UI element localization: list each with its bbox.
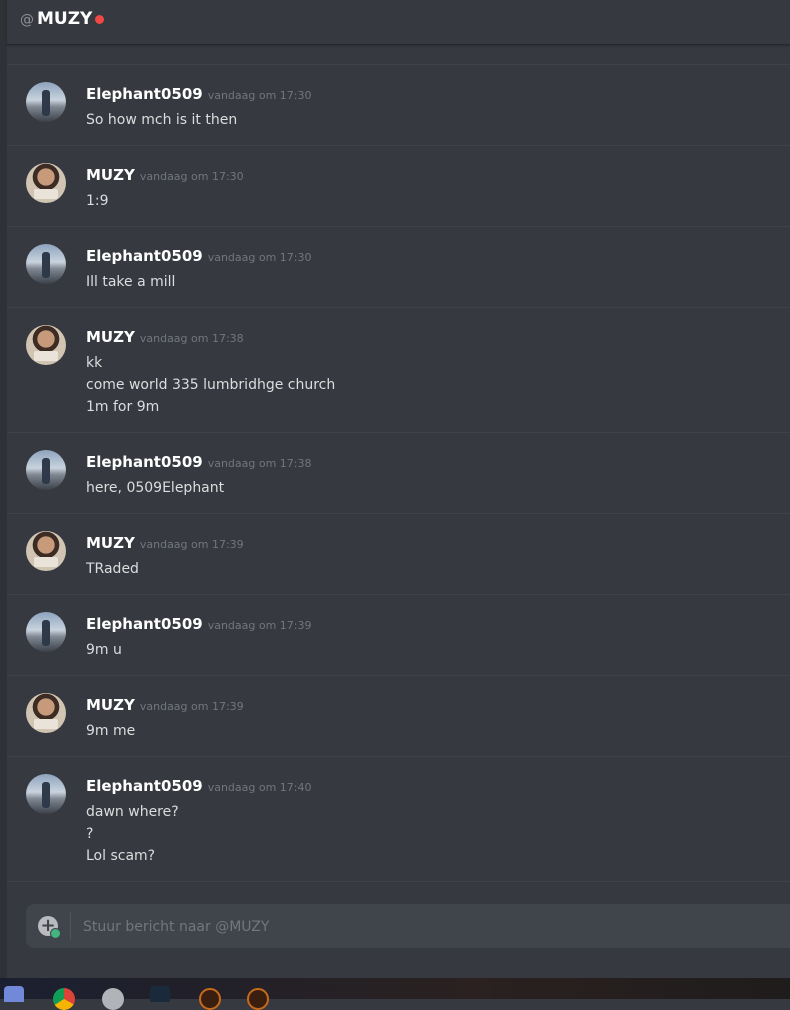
avatar[interactable] — [26, 244, 66, 284]
avatar-figure — [34, 189, 58, 199]
divider — [7, 881, 790, 882]
message-line: 1:9 — [86, 193, 109, 209]
discord-icon[interactable] — [4, 986, 24, 1002]
message-line: TRaded — [86, 561, 139, 577]
author-name[interactable]: MUZY — [86, 166, 135, 184]
message-author[interactable]: Elephant0509 vandaag om 17:40 — [86, 777, 312, 795]
message-content: 9m u — [86, 639, 122, 661]
message[interactable]: Elephant0509 vandaag om 17:30 Ill take a m… — [7, 226, 790, 307]
message-author[interactable]: MUZY vandaag om 17:39 — [86, 534, 244, 552]
message[interactable]: Elephant0509 vandaag om 17:30 So how mch i… — [7, 64, 790, 145]
message[interactable]: MUZY vandaag om 17:39 TRaded — [7, 513, 790, 594]
avatar-figure — [34, 557, 58, 567]
avatar[interactable] — [26, 774, 66, 814]
message-line: ? — [86, 826, 94, 842]
message-author[interactable]: Elephant0509 vandaag om 17:30 — [86, 247, 312, 265]
author-name[interactable]: MUZY — [86, 696, 135, 714]
avatar[interactable] — [26, 693, 66, 733]
message-line: 9m u — [86, 642, 122, 658]
message-author[interactable]: Elephant0509 vandaag om 17:38 — [86, 453, 312, 471]
message[interactable]: MUZY vandaag om 17:39 9m me — [7, 675, 790, 756]
message-content: 9m me — [86, 720, 135, 742]
message-line: dawn where? — [86, 804, 179, 820]
avatar-figure — [42, 252, 50, 278]
channel-header: @ MUZY — [7, 0, 790, 45]
message-list[interactable]: Elephant0509 vandaag om 17:30 So how mch i… — [7, 64, 790, 882]
avatar-figure — [34, 719, 58, 729]
avatar[interactable] — [26, 163, 66, 203]
message-content: kk come world 335 lumbridhge church 1m for… — [86, 352, 335, 418]
author-name[interactable]: Elephant0509 — [86, 85, 203, 103]
message-timestamp: vandaag om 17:30 — [139, 170, 244, 183]
os-taskbar — [0, 978, 790, 1010]
author-name[interactable]: Elephant0509 — [86, 777, 203, 795]
message-author[interactable]: MUZY vandaag om 17:39 — [86, 696, 244, 714]
message-author[interactable]: MUZY vandaag om 17:30 — [86, 166, 244, 184]
author-name[interactable]: MUZY — [86, 328, 135, 346]
message-timestamp: vandaag om 17:30 — [207, 89, 312, 102]
message-line: kk — [86, 355, 103, 371]
message-timestamp: vandaag om 17:40 — [207, 781, 312, 794]
avatar[interactable] — [26, 450, 66, 490]
message-line: here, 0509Elephant — [86, 480, 225, 496]
message-timestamp: vandaag om 17:39 — [207, 619, 312, 632]
message-author[interactable]: MUZY vandaag om 17:38 — [86, 328, 244, 346]
divider — [70, 912, 71, 940]
owl-icon[interactable] — [102, 988, 124, 1010]
message-content: here, 0509Elephant — [86, 477, 224, 499]
message-input[interactable] — [81, 904, 785, 950]
message[interactable]: Elephant0509 vandaag om 17:38 here, 0509El… — [7, 432, 790, 513]
message-line: 1m for 9m — [86, 399, 160, 415]
dt-app-icon[interactable] — [199, 988, 221, 1010]
message-content: 1:9 — [86, 190, 109, 212]
message[interactable]: Elephant0509 vandaag om 17:40 dawn where??… — [7, 756, 790, 881]
channel-title[interactable]: MUZY — [37, 9, 92, 29]
status-dot-icon — [95, 15, 104, 24]
avatar[interactable] — [26, 82, 66, 122]
message-line: So how mch is it then — [86, 112, 238, 128]
message-author[interactable]: Elephant0509 vandaag om 17:30 — [86, 85, 312, 103]
message-line: Lol scam? — [86, 848, 156, 864]
message-content: TRaded — [86, 558, 139, 580]
dt-app-icon[interactable] — [247, 988, 269, 1010]
upload-badge-icon — [50, 928, 61, 939]
author-name[interactable]: Elephant0509 — [86, 453, 203, 471]
message-timestamp: vandaag om 17:30 — [207, 251, 312, 264]
chrome-icon[interactable] — [53, 988, 75, 1010]
avatar[interactable] — [26, 612, 66, 652]
message-composer: + — [26, 904, 790, 950]
message-line: 9m me — [86, 723, 136, 739]
avatar-figure — [42, 782, 50, 808]
avatar[interactable] — [26, 531, 66, 571]
message-content: dawn where?? Lol scam? — [86, 801, 179, 867]
message[interactable]: Elephant0509 vandaag om 17:39 9m u — [7, 594, 790, 675]
message-content: So how mch is it then — [86, 109, 237, 131]
message[interactable]: MUZY vandaag om 17:30 1:9 — [7, 145, 790, 226]
server-sidebar-edge — [0, 0, 7, 978]
message-timestamp: vandaag om 17:39 — [139, 700, 244, 713]
message-line: Ill take a mill — [86, 274, 176, 290]
author-name[interactable]: MUZY — [86, 534, 135, 552]
message-line: come world 335 lumbridhge church — [86, 377, 336, 393]
at-icon: @ — [20, 12, 34, 28]
avatar-figure — [34, 351, 58, 361]
message-content: Ill take a mill — [86, 271, 175, 293]
avatar-figure — [42, 620, 50, 646]
message[interactable]: MUZY vandaag om 17:38 kk come world 335 lum… — [7, 307, 790, 432]
avatar[interactable] — [26, 325, 66, 365]
avatar-figure — [42, 458, 50, 484]
author-name[interactable]: Elephant0509 — [86, 615, 203, 633]
avatar-figure — [42, 90, 50, 116]
message-timestamp: vandaag om 17:39 — [139, 538, 244, 551]
author-name[interactable]: Elephant0509 — [86, 247, 203, 265]
message-author[interactable]: Elephant0509 vandaag om 17:39 — [86, 615, 312, 633]
photoshop-icon[interactable] — [150, 986, 170, 1002]
message-timestamp: vandaag om 17:38 — [207, 457, 312, 470]
message-timestamp: vandaag om 17:38 — [139, 332, 244, 345]
